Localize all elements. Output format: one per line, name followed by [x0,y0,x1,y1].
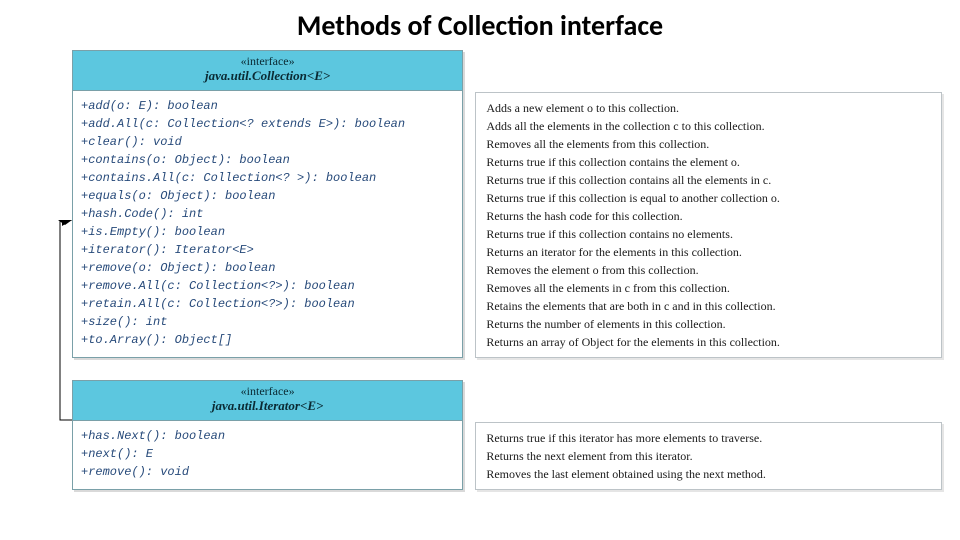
method-signature: +size(): int [81,313,454,331]
collection-uml-box: «interface» java.util.Collection<E> +add… [72,50,463,358]
iterator-stereotype: «interface» [73,385,462,398]
method-signature: +hash.Code(): int [81,205,454,223]
method-signature: +retain.All(c: Collection<?>): boolean [81,295,454,313]
method-signature: +iterator(): Iterator<E> [81,241,454,259]
method-description: Removes all the elements in c from this … [486,279,931,297]
collection-uml-header: «interface» java.util.Collection<E> [73,51,462,91]
uml-connector [48,220,72,428]
method-description: Returns an array of Object for the eleme… [486,333,931,351]
method-signature: +add.All(c: Collection<? extends E>): bo… [81,115,454,133]
method-signature: +add(o: E): boolean [81,97,454,115]
method-description: Removes the last element obtained using … [486,465,931,483]
method-description: Removes the element o from this collecti… [486,261,931,279]
iterator-row: «interface» java.util.Iterator<E> +has.N… [72,380,942,490]
method-signature: +has.Next(): boolean [81,427,454,445]
collection-stereotype: «interface» [73,55,462,68]
method-description: Returns true if this collection contains… [486,153,931,171]
collection-row: «interface» java.util.Collection<E> +add… [72,50,942,358]
iterator-uml-box: «interface» java.util.Iterator<E> +has.N… [72,380,463,490]
iterator-descriptions: Returns true if this iterator has more e… [475,422,942,490]
method-signature: +equals(o: Object): boolean [81,187,454,205]
iterator-methods: +has.Next(): boolean +next(): E +remove(… [73,421,462,489]
method-signature: +next(): E [81,445,454,463]
method-description: Returns the number of elements in this c… [486,315,931,333]
method-description: Adds a new element o to this collection. [486,99,931,117]
method-description: Returns the next element from this itera… [486,447,931,465]
method-description: Retains the elements that are both in c … [486,297,931,315]
method-signature: +to.Array(): Object[] [81,331,454,349]
method-description: Returns true if this collection is equal… [486,189,931,207]
method-signature: +is.Empty(): boolean [81,223,454,241]
collection-descriptions: Adds a new element o to this collection.… [475,92,942,358]
method-description: Returns true if this iterator has more e… [486,429,931,447]
method-description: Returns true if this collection contains… [486,225,931,243]
method-description: Returns an iterator for the elements in … [486,243,931,261]
collection-interface-name: java.util.Collection<E> [73,68,462,84]
page-title: Methods of Collection interface [0,0,960,47]
method-signature: +remove.All(c: Collection<?>): boolean [81,277,454,295]
iterator-uml-header: «interface» java.util.Iterator<E> [73,381,462,421]
method-signature: +contains(o: Object): boolean [81,151,454,169]
method-signature: +remove(o: Object): boolean [81,259,454,277]
method-description: Returns true if this collection contains… [486,171,931,189]
method-signature: +clear(): void [81,133,454,151]
iterator-interface-name: java.util.Iterator<E> [73,398,462,414]
method-description: Adds all the elements in the collection … [486,117,931,135]
collection-methods: +add(o: E): boolean +add.All(c: Collecti… [73,91,462,357]
method-description: Returns the hash code for this collectio… [486,207,931,225]
method-signature: +remove(): void [81,463,454,481]
method-description: Removes all the elements from this colle… [486,135,931,153]
method-signature: +contains.All(c: Collection<? >): boolea… [81,169,454,187]
